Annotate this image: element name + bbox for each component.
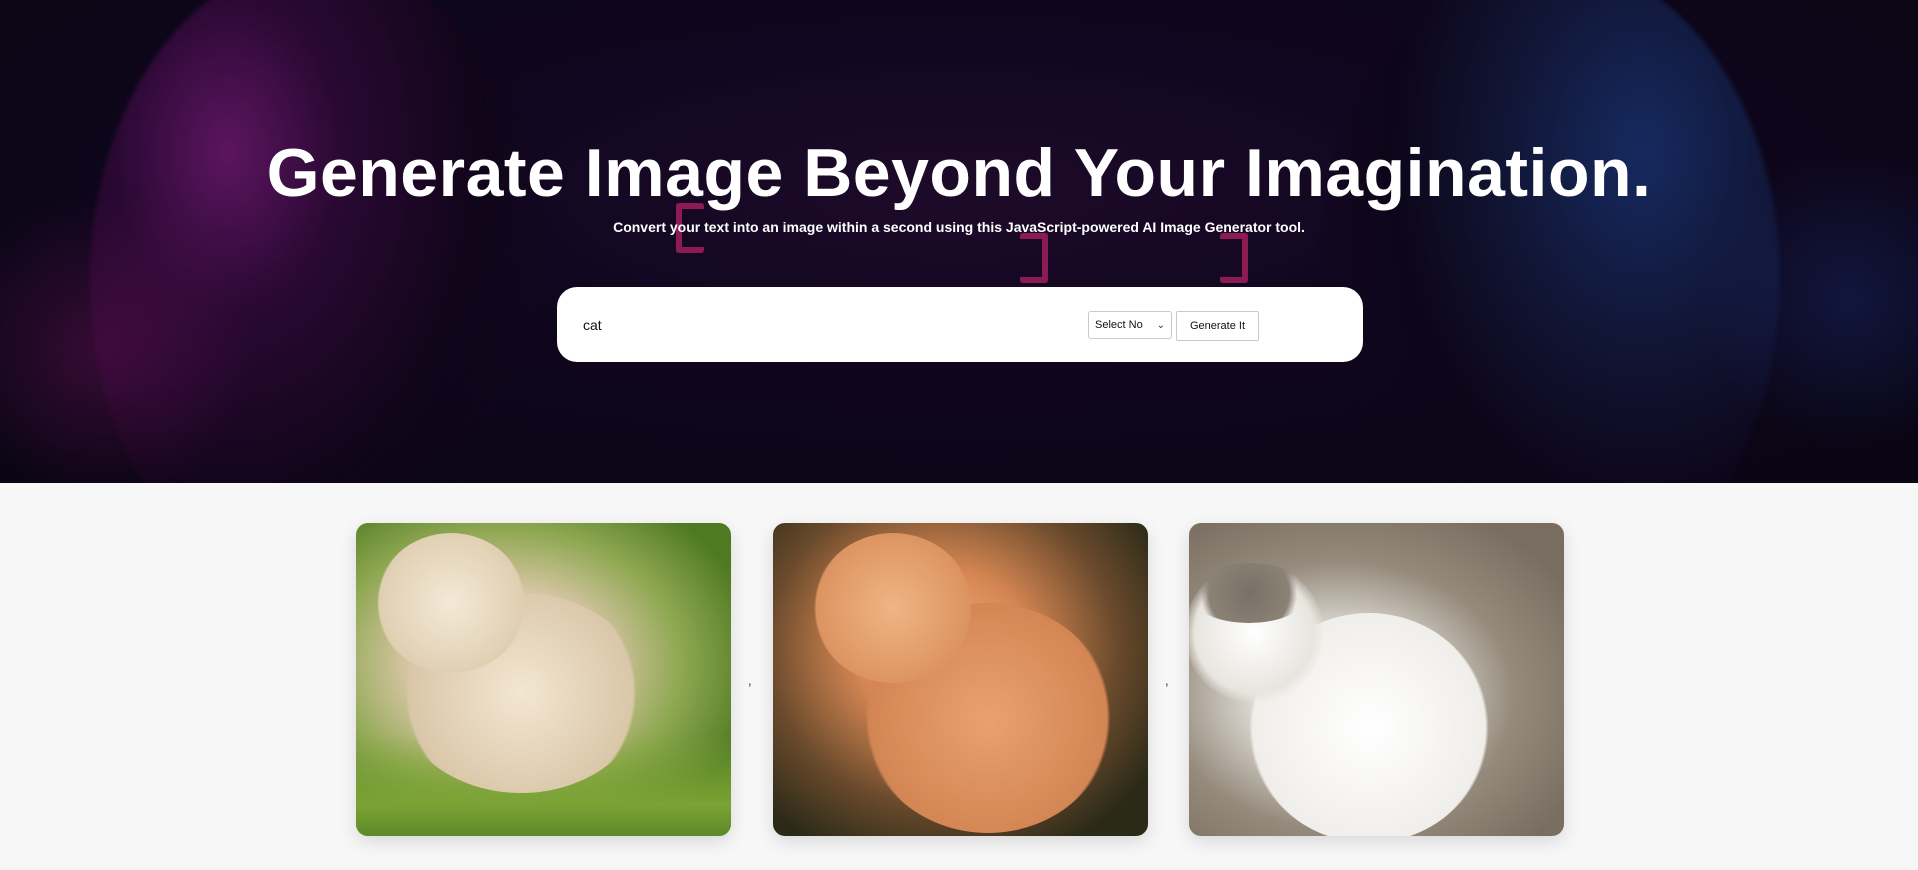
gallery-separator: ,	[1165, 673, 1169, 688]
cat-fur-patch-shape	[1189, 563, 1309, 623]
image-gallery: , ,	[356, 523, 1564, 837]
hero-section: Generate Image Beyond Your Imagination. …	[0, 0, 1918, 483]
prompt-input[interactable]	[581, 307, 1085, 343]
page-title: Generate Image Beyond Your Imagination.	[266, 135, 1652, 211]
generate-form: Select No ⌄ Generate It	[557, 287, 1363, 362]
gallery-separator: ,	[748, 673, 752, 688]
cat-head-shape	[813, 533, 973, 683]
page-subtitle: Convert your text into an image within a…	[613, 219, 1305, 235]
image-count-select-value: Select No	[1095, 319, 1143, 331]
hero-overlay	[0, 0, 1918, 483]
image-count-select[interactable]: Select No ⌄	[1088, 311, 1172, 339]
generate-button[interactable]: Generate It	[1176, 311, 1259, 341]
chevron-down-icon: ⌄	[1156, 319, 1165, 331]
gallery-image-card[interactable]	[1189, 523, 1564, 836]
gallery-image-card[interactable]	[356, 523, 731, 836]
gallery-image-card[interactable]	[773, 523, 1148, 836]
cat-head-shape	[376, 533, 526, 673]
